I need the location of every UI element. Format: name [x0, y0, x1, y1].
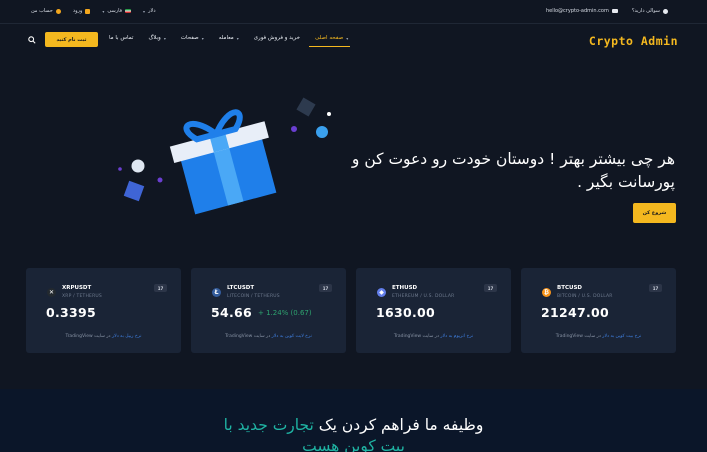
ticker-footer-link[interactable]: نرخ ریپل به دلار: [112, 334, 142, 339]
main-navbar: Crypto Admin صفحه اصلی ▾ خرید و فروش فور…: [0, 24, 707, 59]
menu-item-label: خرید و فروش فوری: [253, 35, 300, 41]
bitcoin-icon: ₿: [542, 288, 551, 297]
ticker-footer: نرخ لایت کوین به دلار در سایت TradingVie…: [191, 334, 346, 339]
my-account-link[interactable]: حساب من: [31, 8, 61, 14]
ticker-pair: XRP / TETHERUS: [62, 294, 102, 299]
ticker-pair: LITECOIN / TETHERUS: [227, 294, 280, 299]
menu-item-pages[interactable]: صفحات ▾: [181, 35, 204, 41]
xrp-icon: ✕: [47, 288, 56, 297]
chevron-down-icon: ▾: [236, 35, 239, 41]
question-link[interactable]: سوالی دارید؟: [632, 8, 668, 14]
ticker-footer: نرخ بیت کوین به دلار در سایت TradingView: [521, 334, 676, 339]
mail-icon: [611, 9, 618, 13]
menu-item-label: معامله: [218, 35, 234, 41]
tradingview-icon[interactable]: 17: [484, 284, 497, 292]
email-link[interactable]: hello@crypto-admin.com: [546, 8, 618, 14]
currency-label: دلار: [148, 8, 156, 14]
top-bar-contact-group: سوالی دارید؟ hello@crypto-admin.com: [546, 8, 668, 14]
ticker-pair: BITCOIN / U.S. DOLLAR: [557, 294, 613, 299]
signup-button[interactable]: ثبت نام کنید: [45, 32, 98, 47]
ethereum-icon: ◆: [377, 288, 386, 297]
top-bar-account-group: حساب من ورود ▾ فارسی ▾ دلار: [31, 8, 156, 14]
tradingview-icon[interactable]: 17: [649, 284, 662, 292]
ticker-change: + 1.24% (0.67): [258, 309, 312, 317]
hero-title: هر چی بیشتر بهتر ! دوستان خودت رو دعوت ک…: [351, 150, 675, 191]
menu-item-label: صفحه اصلی: [314, 35, 344, 41]
my-account-label: حساب من: [31, 8, 53, 14]
chevron-down-icon: ▾: [102, 8, 105, 14]
menu-item-instant-trade[interactable]: خرید و فروش فوری: [254, 35, 300, 41]
ticker-card-xrp[interactable]: ✕ XRPUSDT XRP / TETHERUS 0.3395 17 نرخ ر…: [26, 268, 181, 353]
iran-flag-icon: [125, 9, 132, 13]
mission-section: وظیفه ما فراهم کردن یک تجارت جدید با بیت…: [0, 389, 707, 452]
gift-icon: [118, 97, 331, 215]
ticker-footer: نرخ ریپل به دلار در سایت TradingView: [26, 334, 181, 339]
ticker-footer-link[interactable]: نرخ اتریوم به دلار: [440, 334, 473, 339]
ticker-footer-text: در سایت: [422, 334, 439, 339]
ticker-footer-source[interactable]: TradingView: [394, 334, 421, 339]
top-bar: حساب من ورود ▾ فارسی ▾ دلار سوالی دارید؟…: [0, 0, 707, 24]
menu-item-label: تماس با ما: [109, 35, 134, 41]
chevron-down-icon: ▾: [143, 8, 146, 14]
chevron-down-icon: ▾: [346, 35, 349, 41]
site-logo[interactable]: Crypto Admin: [589, 34, 678, 48]
tradingview-icon[interactable]: 17: [154, 284, 167, 292]
login-link[interactable]: ورود: [72, 8, 91, 14]
ticker-symbol: BTCUSD: [557, 285, 582, 291]
ticker-price: 54.66: [211, 305, 253, 320]
hero-start-button[interactable]: شروع کن: [633, 203, 676, 223]
chevron-down-icon: ▾: [201, 35, 204, 41]
mission-title: وظیفه ما فراهم کردن یک تجارت جدید با بیت…: [0, 415, 707, 452]
ticker-price: 1630.00: [376, 305, 436, 320]
menu-item-blog[interactable]: وبلاگ ▾: [148, 35, 165, 41]
ticker-footer-text: در سایت: [94, 334, 111, 339]
chevron-down-icon: ▾: [163, 35, 166, 41]
menu-item-contact[interactable]: تماس با ما: [109, 35, 133, 41]
language-label: فارسی: [107, 8, 123, 14]
mission-prefix: وظیفه ما فراهم کردن یک: [313, 416, 484, 434]
ticker-footer-source[interactable]: TradingView: [556, 334, 583, 339]
menu-item-label: صفحات: [180, 35, 199, 41]
main-menu: صفحه اصلی ▾ خرید و فروش فوری معامله ▾ صف…: [109, 35, 351, 47]
ticker-price: 0.3395: [46, 305, 97, 320]
ticker-symbol: ETHUSD: [392, 285, 418, 291]
ticker-card-ltc[interactable]: Ł LTCUSDT LITECOIN / TETHERUS 54.66 + 1.…: [191, 268, 346, 353]
menu-item-home[interactable]: صفحه اصلی ▾: [308, 35, 351, 47]
ticker-symbol: XRPUSDT: [62, 285, 92, 291]
mission-highlight: تجارت جدید با: [223, 416, 314, 434]
tradingview-icon[interactable]: 17: [319, 284, 332, 292]
language-select[interactable]: ▾ فارسی: [102, 8, 132, 14]
ticker-footer-link[interactable]: نرخ بیت کوین به دلار: [602, 334, 641, 339]
login-icon: [85, 8, 91, 14]
question-label: سوالی دارید؟: [631, 8, 660, 14]
ticker-footer-text: در سایت: [253, 334, 271, 339]
ticker-cards: ✕ XRPUSDT XRP / TETHERUS 0.3395 17 نرخ ر…: [26, 268, 676, 353]
litecoin-icon: Ł: [212, 288, 221, 297]
ticker-footer-text: در سایت: [584, 334, 601, 339]
ticker-symbol: LTCUSDT: [227, 285, 255, 291]
email-label: hello@crypto-admin.com: [545, 8, 609, 14]
ticker-footer-link[interactable]: نرخ لایت کوین به دلار: [272, 334, 312, 339]
ticker-footer-source[interactable]: TradingView: [225, 334, 252, 339]
login-label: ورود: [72, 8, 83, 14]
ticker-footer: نرخ اتریوم به دلار در سایت TradingView: [356, 334, 511, 339]
mission-line2: بیت کوین هست: [302, 437, 405, 452]
ticker-card-btc[interactable]: ₿ BTCUSD BITCOIN / U.S. DOLLAR 21247.00 …: [521, 268, 676, 353]
menu-item-trade[interactable]: معامله ▾: [219, 35, 239, 41]
ticker-card-eth[interactable]: ◆ ETHUSD ETHEREUM / U.S. DOLLAR 1630.00 …: [356, 268, 511, 353]
search-icon[interactable]: [28, 36, 36, 44]
ticker-pair: ETHEREUM / U.S. DOLLAR: [392, 294, 455, 299]
ticker-price: 21247.00: [541, 305, 610, 320]
user-icon: [55, 8, 61, 14]
ticker-footer-source[interactable]: TradingView: [65, 334, 92, 339]
question-icon: [663, 8, 668, 14]
currency-select[interactable]: ▾ دلار: [143, 8, 156, 14]
menu-item-label: وبلاگ: [148, 35, 161, 41]
